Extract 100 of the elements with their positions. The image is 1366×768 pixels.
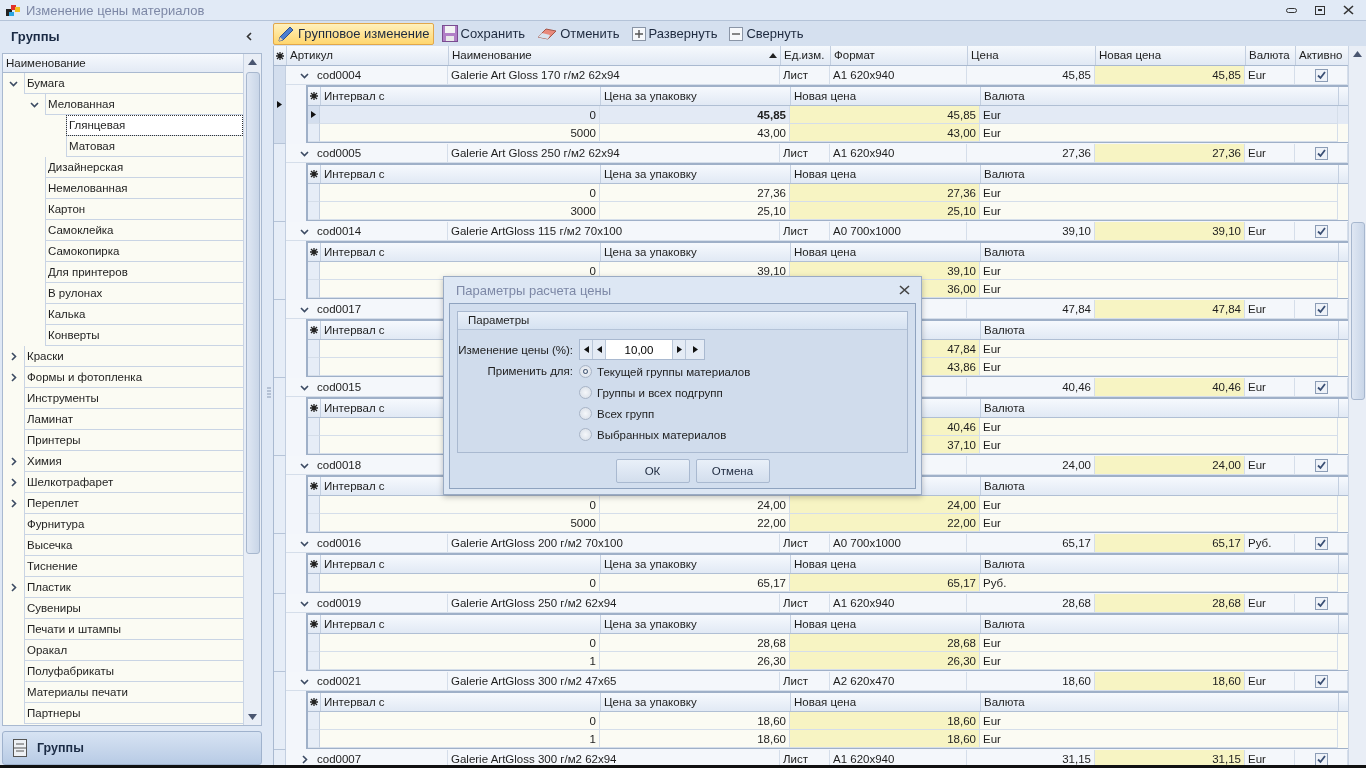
scrollbar-thumb[interactable] [1350, 222, 1365, 400]
chevron-right-icon[interactable] [9, 351, 18, 361]
checkbox[interactable] [1314, 752, 1328, 765]
chevron-right-icon[interactable] [300, 754, 309, 764]
tree-item[interactable]: Формы и фотопленка [24, 366, 243, 388]
column-header[interactable]: Валюта [1246, 46, 1296, 65]
radio-icon[interactable] [579, 407, 592, 420]
column-header[interactable]: Новая цена [791, 693, 981, 711]
close-icon[interactable] [1343, 5, 1354, 15]
chevron-down-icon[interactable] [300, 226, 309, 236]
tree-item[interactable]: Для принтеров [45, 261, 243, 283]
tree-item[interactable]: Партнеры [24, 702, 243, 724]
toolbar-button[interactable]: Групповое изменение [273, 22, 434, 45]
chevron-down-icon[interactable] [30, 99, 39, 109]
column-header[interactable]: Формат [831, 46, 968, 65]
column-header[interactable]: Интервал с [321, 555, 601, 573]
column-header[interactable]: Наименование [3, 53, 243, 73]
radio-option[interactable]: Всех групп [579, 403, 751, 424]
tree-item[interactable]: Полуфабрикаты [24, 660, 243, 682]
checkbox[interactable] [1314, 224, 1328, 238]
checkbox[interactable] [1314, 536, 1328, 550]
tree-item[interactable]: Переплет [24, 492, 243, 514]
checkbox[interactable] [1314, 302, 1328, 316]
chevron-right-icon[interactable] [9, 456, 18, 466]
column-header[interactable]: Новая цена [791, 555, 981, 573]
tree-item[interactable]: Самоклейка [45, 219, 243, 241]
splitter-grip-icon[interactable] [267, 387, 271, 399]
column-header[interactable]: Цена [968, 46, 1096, 65]
column-header[interactable]: Наименование [449, 46, 781, 65]
column-header[interactable]: Цена за упаковку [601, 555, 791, 573]
tree-item[interactable]: Калька [45, 303, 243, 325]
chevron-down-icon[interactable] [300, 382, 309, 392]
column-header[interactable]: Цена за упаковку [601, 165, 791, 183]
chevron-right-icon[interactable] [9, 372, 18, 382]
radio-option[interactable]: Текущей группы материалов [579, 361, 751, 382]
column-header[interactable]: Интервал с [321, 615, 601, 633]
tree-item[interactable]: Конверты [45, 324, 243, 346]
chevron-down-icon[interactable] [9, 78, 18, 88]
tree-item[interactable]: Немелованная [45, 177, 243, 199]
close-icon[interactable] [899, 285, 910, 295]
tree-item[interactable]: Дизайнерская [45, 156, 243, 178]
column-header[interactable]: Валюта [981, 477, 1339, 495]
tree-item[interactable]: Высечка [24, 534, 243, 556]
chevron-down-icon[interactable] [300, 460, 309, 470]
row-header[interactable] [308, 106, 320, 124]
scroll-down-icon[interactable] [248, 714, 257, 721]
radio-option[interactable]: Группы и всех подгрупп [579, 382, 751, 403]
dialog-button[interactable]: Отмена [695, 459, 770, 483]
toolbar-button[interactable]: Отменить [533, 22, 624, 45]
column-header[interactable]: Валюта [981, 555, 1339, 573]
tree-item[interactable]: Химия [24, 450, 243, 472]
scroll-up-icon[interactable] [248, 58, 257, 65]
tree-item[interactable]: Сувениры [24, 597, 243, 619]
scroll-up-icon[interactable] [1353, 51, 1362, 57]
radio-icon[interactable] [579, 365, 592, 378]
tree-item[interactable]: Ламинат [24, 408, 243, 430]
column-header[interactable]: Валюта [981, 615, 1339, 633]
tree-item[interactable]: Мелованная [45, 93, 243, 115]
tree-item[interactable]: Фурнитура [24, 513, 243, 535]
collapse-icon[interactable] [246, 32, 252, 42]
tree-item[interactable]: Оракал [24, 639, 243, 661]
column-header[interactable]: Ед.изм. [781, 46, 831, 65]
column-header[interactable]: Валюта [981, 165, 1339, 183]
tree-item[interactable]: Краски [24, 345, 243, 367]
column-header[interactable]: Интервал с [321, 87, 601, 105]
tree-item[interactable]: Инструменты [24, 387, 243, 409]
chevron-down-icon[interactable] [300, 70, 309, 80]
minimize-icon[interactable] [1286, 7, 1297, 13]
tree-item[interactable]: Печати и штампы [24, 618, 243, 640]
checkbox[interactable] [1314, 68, 1328, 82]
chevron-down-icon[interactable] [300, 598, 309, 608]
checkbox[interactable] [1314, 674, 1328, 688]
column-header[interactable]: Валюта [981, 321, 1339, 339]
tree-item[interactable]: Картон [45, 198, 243, 220]
radio-icon[interactable] [579, 428, 592, 441]
checkbox[interactable] [1314, 380, 1328, 394]
column-header[interactable]: Цена за упаковку [601, 243, 791, 261]
column-header[interactable]: Новая цена [791, 243, 981, 261]
tree-item[interactable]: Самокопирка [45, 240, 243, 262]
chevron-down-icon[interactable] [300, 676, 309, 686]
tree-item[interactable]: Матовая [66, 135, 243, 157]
radio-option[interactable]: Выбранных материалов [579, 424, 751, 445]
groups-nav-button[interactable]: Группы [2, 731, 262, 765]
column-header[interactable]: Новая цена [791, 87, 981, 105]
column-header[interactable]: Новая цена [791, 165, 981, 183]
tree-item[interactable]: Материалы печати [24, 681, 243, 703]
column-header[interactable]: Новая цена [791, 615, 981, 633]
column-header[interactable]: Валюта [981, 243, 1339, 261]
dialog-button[interactable]: ОК [615, 459, 690, 483]
chevron-down-icon[interactable] [300, 148, 309, 158]
chevron-down-icon[interactable] [300, 304, 309, 314]
column-header[interactable]: Новая цена [1096, 46, 1246, 65]
column-header[interactable]: Цена за упаковку [601, 87, 791, 105]
chevron-right-icon[interactable] [9, 582, 18, 592]
column-header[interactable]: Цена за упаковку [601, 693, 791, 711]
column-header[interactable]: Интервал с [321, 243, 601, 261]
maximize-icon[interactable] [1315, 5, 1325, 15]
tree-item[interactable]: Пластик [24, 576, 243, 598]
tree-item[interactable]: Принтеры [24, 429, 243, 451]
tree-item[interactable]: Шелкотрафарет [24, 471, 243, 493]
